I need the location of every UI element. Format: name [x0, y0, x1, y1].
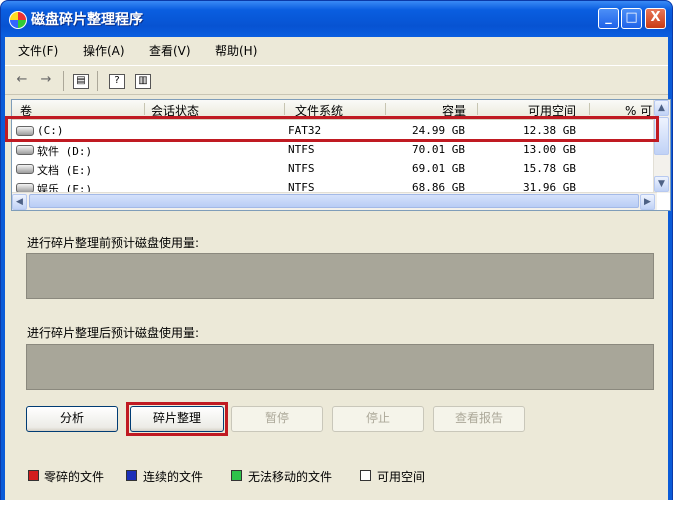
title-bar[interactable]: 磁盘碎片整理程序 _ □ X	[1, 1, 672, 37]
col-free-space[interactable]: 可用空间	[528, 102, 576, 119]
drive-icon	[16, 126, 34, 136]
legend-unmovable-swatch	[231, 470, 242, 481]
scroll-down-icon[interactable]: ▼	[654, 176, 669, 192]
volume-name: 软件 (D:)	[37, 145, 93, 158]
legend-fragmented-label: 零碎的文件	[44, 470, 105, 484]
volume-capacity: 70.01 GB	[412, 143, 465, 156]
col-percent-free[interactable]: % 可	[625, 102, 652, 119]
volume-filesystem: NTFS	[288, 181, 315, 192]
menu-view[interactable]: 查看(V)	[149, 42, 191, 59]
col-session-status[interactable]: 会话状态	[151, 102, 199, 119]
col-capacity[interactable]: 容量	[442, 102, 466, 119]
volume-capacity: 68.86 GB	[412, 181, 465, 192]
scroll-up-icon[interactable]: ▲	[654, 100, 669, 116]
volume-filesystem: FAT32	[288, 124, 322, 137]
drive-icon	[16, 145, 34, 155]
maximize-button[interactable]: □	[621, 8, 642, 29]
volume-list-header: 卷 会话状态 文件系统 容量 可用空间 % 可	[12, 100, 657, 120]
volume-row[interactable]: 娱乐 (F:) NTFS 68.86 GB 31.96 GB	[12, 178, 657, 192]
horizontal-scroll-thumb[interactable]	[29, 194, 639, 208]
volume-name: 娱乐 (F:)	[37, 183, 93, 192]
help-icon[interactable]: ?	[109, 74, 125, 89]
legend-unmovable-label: 无法移动的文件	[248, 470, 333, 484]
volume-free: 31.96 GB	[523, 181, 576, 192]
col-separator	[589, 103, 590, 115]
col-separator	[284, 103, 285, 115]
legend-free-space-label: 可用空间	[377, 470, 426, 484]
menu-help[interactable]: 帮助(H)	[215, 42, 257, 59]
defrag-window: 磁盘碎片整理程序 _ □ X 文件(F) 操作(A) 查看(V) 帮助(H) ←…	[0, 0, 673, 531]
view-icon[interactable]: ▥	[135, 74, 151, 89]
col-filesystem[interactable]: 文件系统	[295, 102, 343, 119]
legend-contiguous-label: 连续的文件	[143, 470, 204, 484]
before-usage-bar	[26, 253, 654, 299]
scroll-left-icon[interactable]: ◀	[12, 194, 27, 210]
volume-capacity: 24.99 GB	[412, 124, 465, 137]
toolbar-separator	[97, 71, 98, 91]
vertical-scrollbar[interactable]: ▲ ▼	[653, 100, 670, 193]
col-separator	[385, 103, 386, 115]
toolbar-separator	[63, 71, 64, 91]
volume-capacity: 69.01 GB	[412, 162, 465, 175]
after-usage-label: 进行碎片整理后预计磁盘使用量:	[27, 326, 200, 340]
properties-icon[interactable]: ▤	[73, 74, 89, 89]
col-separator	[144, 103, 145, 115]
horizontal-scrollbar[interactable]: ◀ ▶	[12, 192, 657, 210]
analyze-button[interactable]: 分析	[26, 406, 118, 432]
close-button[interactable]: X	[645, 8, 666, 29]
menu-file[interactable]: 文件(F)	[18, 42, 58, 59]
menu-bar: 文件(F) 操作(A) 查看(V) 帮助(H)	[5, 37, 668, 63]
drive-icon	[16, 164, 34, 174]
window-title: 磁盘碎片整理程序	[31, 12, 143, 28]
volume-row[interactable]: 文档 (E:) NTFS 69.01 GB 15.78 GB	[12, 159, 657, 178]
volume-name: (C:)	[37, 124, 64, 137]
after-usage-bar	[26, 344, 654, 390]
legend-free-space-swatch	[360, 470, 371, 481]
defrag-app-icon	[9, 11, 27, 29]
volume-free: 13.00 GB	[523, 143, 576, 156]
legend-contiguous-swatch	[126, 470, 137, 481]
volume-row[interactable]: (C:) FAT32 24.99 GB 12.38 GB	[12, 121, 657, 140]
stop-button[interactable]: 停止	[332, 406, 424, 432]
col-volume[interactable]: 卷	[20, 102, 32, 119]
back-arrow-icon[interactable]: ←	[13, 71, 31, 89]
bottom-background	[0, 500, 673, 531]
volume-row[interactable]: 软件 (D:) NTFS 70.01 GB 13.00 GB	[12, 140, 657, 159]
before-usage-label: 进行碎片整理前预计磁盘使用量:	[27, 236, 200, 250]
legend-fragmented-swatch	[28, 470, 39, 481]
col-separator	[477, 103, 478, 115]
menu-action[interactable]: 操作(A)	[83, 42, 125, 59]
volume-free: 15.78 GB	[523, 162, 576, 175]
forward-arrow-icon[interactable]: →	[37, 71, 55, 89]
volume-free: 12.38 GB	[523, 124, 576, 137]
drive-icon	[16, 183, 34, 192]
volume-list[interactable]: 卷 会话状态 文件系统 容量 可用空间 % 可 (C:) FAT32 24.99…	[11, 99, 671, 211]
volume-filesystem: NTFS	[288, 143, 315, 156]
volume-filesystem: NTFS	[288, 162, 315, 175]
pause-button[interactable]: 暂停	[231, 406, 323, 432]
scroll-right-icon[interactable]: ▶	[640, 194, 655, 210]
toolbar: ← → ▤ ? ▥	[5, 65, 668, 95]
volume-name: 文档 (E:)	[37, 164, 93, 177]
scroll-thumb[interactable]	[654, 117, 669, 155]
minimize-button[interactable]: _	[598, 8, 619, 29]
view-report-button[interactable]: 查看报告	[433, 406, 525, 432]
defragment-button[interactable]: 碎片整理	[130, 406, 224, 432]
client-area: 文件(F) 操作(A) 查看(V) 帮助(H) ← → ▤ ? ▥ 卷 会话状态…	[5, 37, 671, 530]
